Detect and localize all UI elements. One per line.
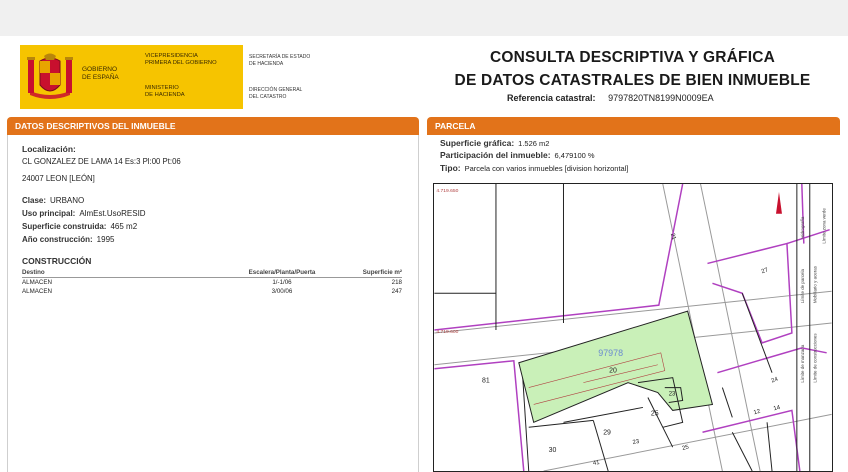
map-label: 29 — [603, 429, 611, 436]
superficie-value: 465 m2 — [110, 222, 138, 231]
map-label: 12 — [753, 409, 761, 417]
uso-field: Uso principal: AlmEst.UsoRESID — [22, 209, 146, 218]
construccion-title: CONSTRUCCIÓN — [22, 256, 92, 266]
cell-superficie: 247 — [391, 288, 402, 295]
cell-escalera: 3/00/06 — [271, 288, 293, 295]
anio-field: Año construcción: 1995 — [22, 235, 114, 244]
left-panel: Localización: CL GONZALEZ DE LAMA 14 Es:… — [7, 135, 419, 472]
cell-destino: ALMACEN — [22, 288, 52, 295]
section-bar-parcela: PARCELA — [427, 117, 840, 135]
tipo-field: Tipo: Parcela con varios inmuebles [divis… — [440, 163, 628, 173]
map-label: 14 — [773, 405, 782, 413]
table-row: ALMACEN 3/00/06 247 — [22, 287, 402, 296]
document-title: CONSULTA DESCRIPTIVA Y GRÁFICA DE DATOS … — [440, 46, 825, 92]
direccion-text: DIRECCIÓN GENERAL DEL CATASTRO — [249, 87, 303, 100]
gov-name: GOBIERNO DE ESPAÑA — [82, 66, 119, 81]
participacion-label: Participación del inmueble: — [440, 150, 551, 160]
map-label: 25 — [651, 410, 659, 417]
map-label: 23 — [632, 439, 640, 446]
north-arrow-icon — [776, 191, 782, 214]
secretaria-text: SECRETARÍA DE ESTADO DE HACIENDA — [249, 54, 311, 67]
clase-label: Clase: — [22, 196, 47, 205]
coord-top: 4.719.650 — [436, 188, 458, 194]
cell-destino: ALMACEN — [22, 279, 52, 286]
table-header-row: Destino Escalera/Planta/Puerta Superfici… — [22, 268, 402, 278]
ref-value: 9797820TN8199N0009EA — [608, 93, 714, 103]
document-sheet: GOBIERNO DE ESPAÑA VICEPRESIDENCIA PRIME… — [0, 36, 848, 472]
ministerio-text: MINISTERIO DE HACIENDA — [145, 85, 185, 98]
cadastral-map[interactable]: 4.719.650 4.719.600 97978 20 25 29 30 81… — [433, 183, 833, 472]
construccion-table: Destino Escalera/Planta/Puerta Superfici… — [22, 268, 402, 296]
tipo-value: Parcela con varios inmuebles [division h… — [464, 164, 629, 173]
section-bar-datos: DATOS DESCRIPTIVOS DEL INMUEBLE — [7, 117, 419, 135]
participacion-value: 6,479100 % — [554, 151, 595, 160]
map-label: 81 — [482, 378, 490, 385]
cell-escalera: 1/-1/06 — [272, 279, 292, 286]
col-superficie: Superficie m² — [342, 268, 402, 278]
map-label: 41 — [593, 460, 601, 467]
coord-mid: 4.719.600 — [436, 329, 458, 335]
cadastral-map-svg: 4.719.650 4.719.600 97978 20 25 29 30 81… — [434, 184, 832, 471]
participacion-field: Participación del inmueble: 6,479100 % — [440, 150, 595, 160]
ref-label: Referencia catastral: — [507, 93, 596, 103]
cell-superficie: 218 — [391, 279, 402, 286]
superficie-field: Superficie construida: 465 m2 — [22, 222, 137, 231]
clase-field: Clase: URBANO — [22, 196, 84, 205]
table-row: ALMACEN 1/-1/06 218 — [22, 278, 402, 288]
referencia-catastral: Referencia catastral: 9797820TN8199N0009… — [507, 93, 714, 103]
legend-item: Límite de parcela — [800, 268, 805, 303]
address-line-1: CL GONZALEZ DE LAMA 14 Es:3 Pl:00 Pt:06 — [22, 157, 181, 166]
tipo-label: Tipo: — [440, 163, 461, 173]
legend-item: Hidrografía — [800, 216, 805, 239]
map-label: 30 — [549, 447, 557, 454]
localizacion-label: Localización: — [22, 144, 76, 154]
legend-item: Límite de manzana — [800, 344, 805, 382]
legend-item: Mobiliario y aceras — [813, 265, 818, 303]
map-label: 24 — [771, 376, 780, 384]
map-label: 25 — [682, 444, 691, 452]
uso-label: Uso principal: — [22, 209, 76, 218]
parcel-id: 97978 — [598, 348, 623, 358]
anio-value: 1995 — [96, 235, 115, 244]
secretaria-block: SECRETARÍA DE ESTADO DE HACIENDA DIRECCI… — [243, 45, 328, 109]
title-line-2: DE DATOS CATASTRALES DE BIEN INMUEBLE — [454, 72, 811, 89]
superficie-label: Superficie construida: — [22, 222, 107, 231]
legend-item: Límite zona verde — [822, 208, 827, 244]
col-escalera: Escalera/Planta/Puerta — [222, 268, 342, 278]
legend-item: Límite de construcciones — [813, 333, 818, 383]
map-label: 23 — [669, 392, 676, 398]
sup-grafica-field: Superficie gráfica: 1.526 m2 — [440, 138, 549, 148]
col-destino: Destino — [22, 268, 222, 278]
map-label: 21 — [669, 233, 677, 242]
government-logo-block: GOBIERNO DE ESPAÑA VICEPRESIDENCIA PRIME… — [20, 45, 243, 109]
address-line-2: 24007 LEON [LEÓN] — [22, 174, 95, 183]
clase-value: URBANO — [50, 196, 85, 205]
sup-grafica-label: Superficie gráfica: — [440, 138, 515, 148]
vicepresidencia-text: VICEPRESIDENCIA PRIMERA DEL GOBIERNO — [145, 53, 217, 66]
sup-grafica-value: 1.526 m2 — [518, 139, 550, 148]
uso-value: AlmEst.UsoRESID — [79, 209, 146, 218]
coat-of-arms-icon — [27, 53, 73, 99]
title-line-1: CONSULTA DESCRIPTIVA Y GRÁFICA — [489, 49, 775, 66]
map-label: 27 — [761, 267, 769, 275]
anio-label: Año construcción: — [22, 235, 93, 244]
map-label: 20 — [609, 368, 617, 375]
